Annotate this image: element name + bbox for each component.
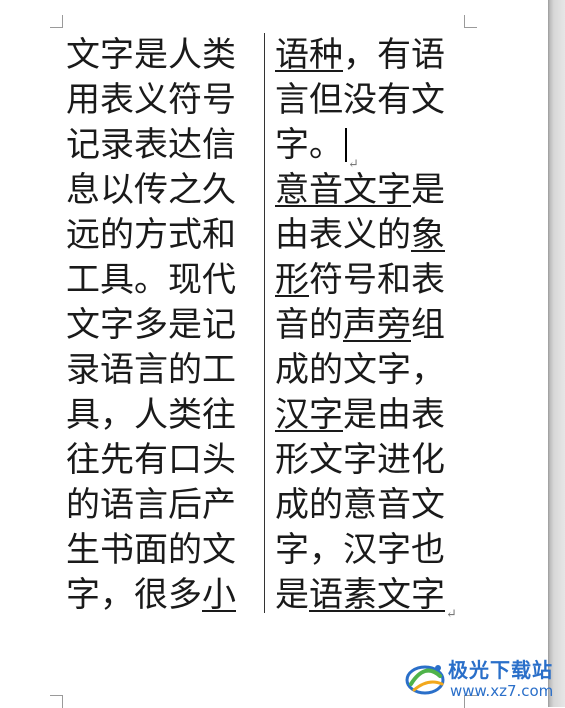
text-segment: 成的意音文 [275, 485, 445, 525]
text-segment: 字，汉字也 [275, 530, 445, 570]
text-line[interactable]: 音的声旁组 [275, 303, 465, 348]
underlined-text: 小 [202, 575, 236, 615]
underlined-text: 语种 [275, 35, 343, 75]
paragraph-mark-icon: ↵ [446, 607, 457, 622]
text-line[interactable]: 形文字进化 [275, 438, 465, 483]
column-divider [264, 33, 265, 613]
text-line[interactable]: 意音文字是 [275, 168, 465, 213]
corner-mark-top-left [50, 15, 63, 28]
text-segment: 远的方式和 [66, 215, 236, 255]
text-segment: ，有语 [343, 35, 445, 75]
text-line[interactable]: 文字多是记 [66, 303, 246, 348]
text-line[interactable]: 成的文字， [275, 348, 465, 393]
text-line[interactable]: 是语素文字↵ [275, 573, 465, 622]
text-line[interactable]: 文字是人类 [66, 33, 246, 78]
text-segment: 符号和表 [309, 260, 445, 300]
text-segment: 言但没有文 [275, 80, 445, 120]
text-segment: 用表义符号 [66, 80, 236, 120]
text-line[interactable]: 往先有口头 [66, 438, 246, 483]
text-segment: 形文字进化 [275, 440, 445, 480]
text-line[interactable]: 生书面的文 [66, 528, 246, 573]
text-line[interactable]: 录语言的工 [66, 348, 246, 393]
text-line[interactable]: 具，人类往 [66, 393, 246, 438]
text-segment: 文字是人类 [66, 35, 236, 75]
text-line[interactable]: 字，汉字也 [275, 528, 465, 573]
text-line[interactable]: 记录表达信 [66, 123, 246, 168]
text-line[interactable]: 字。 ↵ [275, 123, 465, 172]
aurora-logo-icon [405, 665, 445, 695]
text-segment: 字，很多 [66, 575, 202, 615]
text-line[interactable]: 远的方式和 [66, 213, 246, 258]
text-segment: 由表义的 [275, 215, 411, 255]
page-edge-shadow [548, 0, 565, 707]
text-line[interactable]: 言但没有文 [275, 78, 465, 123]
text-segment: 息以传之久 [66, 170, 236, 210]
text-segment: 的语言后产 [66, 485, 236, 525]
underlined-text: 象 [411, 215, 445, 255]
underlined-text: 语素文字 [309, 575, 445, 615]
text-line[interactable]: 息以传之久 [66, 168, 246, 213]
underlined-text: 声旁 [343, 305, 411, 345]
text-line[interactable]: 工具。现代 [66, 258, 246, 303]
text-segment: 文字多是记 [66, 305, 236, 345]
underlined-text: 形 [275, 260, 309, 300]
watermark-title: 极光下载站 [448, 658, 553, 682]
underlined-text: 汉字 [275, 395, 343, 435]
text-segment: 往先有口头 [66, 440, 236, 480]
corner-mark-top-right [464, 15, 477, 28]
text-column-left[interactable]: 文字是人类用表义符号记录表达信息以传之久远的方式和工具。现代文字多是记录语言的工… [66, 33, 246, 618]
text-line[interactable]: 汉字是由表 [275, 393, 465, 438]
underlined-text: 意音文字 [275, 170, 411, 210]
text-segment: 组 [411, 305, 445, 345]
corner-mark-bottom-left [50, 695, 63, 708]
text-line[interactable]: 用表义符号 [66, 78, 246, 123]
watermark-url: www.xz7.com [450, 682, 554, 700]
text-line[interactable]: 成的意音文 [275, 483, 465, 528]
text-segment: 生书面的文 [66, 530, 236, 570]
text-line[interactable]: 由表义的象 [275, 213, 465, 258]
text-segment: 是由表 [343, 395, 445, 435]
watermark: 极光下载站 www.xz7.com [402, 650, 562, 704]
text-line[interactable]: 语种，有语 [275, 33, 465, 78]
text-line[interactable]: 字，很多小 [66, 573, 246, 618]
text-column-right[interactable]: 语种，有语 言但没有文 字。 ↵ 意音文字是 由表义的象 形符号和表 音的声旁组 成的文字， 汉字… [275, 33, 465, 622]
text-segment: 是 [411, 170, 445, 210]
document-page[interactable]: 文字是人类用表义符号记录表达信息以传之久远的方式和工具。现代文字多是记录语言的工… [0, 0, 548, 708]
text-line[interactable]: 的语言后产 [66, 483, 246, 528]
text-segment: 成的文字， [275, 350, 445, 390]
text-segment: 记录表达信 [66, 125, 236, 165]
text-cursor [345, 128, 347, 162]
text-segment: 录语言的工 [66, 350, 236, 390]
text-segment: 音的 [275, 305, 343, 345]
text-segment: 是 [275, 575, 309, 615]
text-segment: 字。 [275, 125, 343, 165]
text-segment: 工具。现代 [66, 260, 236, 300]
text-line[interactable]: 形符号和表 [275, 258, 465, 303]
text-segment: 具，人类往 [66, 395, 236, 435]
